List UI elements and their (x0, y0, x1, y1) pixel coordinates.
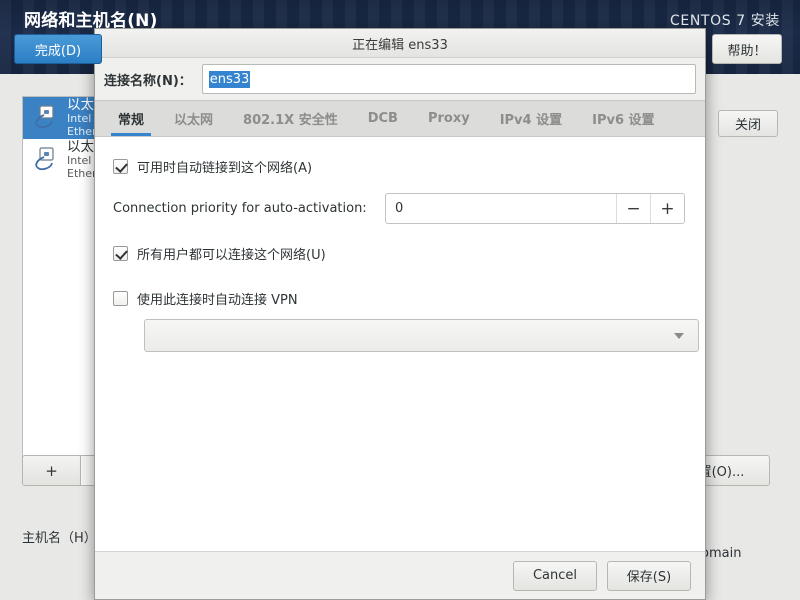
done-button[interactable]: 完成(D) (14, 34, 102, 64)
priority-label: Connection priority for auto-activation: (113, 201, 367, 216)
dialog-footer: Cancel 保存(S) (95, 551, 705, 599)
tab-ethernet[interactable]: 以太网 (159, 101, 228, 136)
edit-connection-dialog: 正在编辑 ens33 连接名称(N)： ens33 常规 以太网 802.1X … (94, 28, 706, 600)
connection-name-row: 连接名称(N)： ens33 (95, 58, 705, 100)
connection-name-value: ens33 (208, 70, 251, 88)
priority-increment-button[interactable]: + (650, 194, 684, 223)
page-title: 网络和主机名(N) (24, 11, 158, 31)
connection-name-input[interactable]: ens33 (201, 64, 696, 94)
dialog-title: 正在编辑 ens33 (352, 37, 448, 53)
close-button[interactable]: 关闭 (718, 110, 778, 137)
vpn-autoconnect-row[interactable]: 使用此连接时自动连接 VPN (113, 287, 687, 309)
tab-panel-general: 可用时自动链接到这个网络(A) Connection priority for … (95, 137, 705, 551)
all-users-label: 所有用户都可以连接这个网络(U) (137, 247, 326, 263)
connection-name-label: 连接名称(N)： (104, 73, 192, 89)
autoconnect-label: 可用时自动链接到这个网络(A) (137, 160, 313, 176)
hostname-label: 主机名（H） (22, 531, 97, 546)
all-users-row[interactable]: 所有用户都可以连接这个网络(U) (113, 242, 687, 264)
dialog-titlebar: 正在编辑 ens33 (95, 29, 705, 58)
autoconnect-checkbox[interactable] (113, 158, 128, 174)
help-button[interactable]: 帮助！ (712, 34, 782, 64)
all-users-checkbox[interactable] (113, 245, 128, 261)
priority-value[interactable]: 0 (386, 194, 616, 223)
save-button[interactable]: 保存(S) (607, 560, 691, 591)
dialog-tabbar: 常规 以太网 802.1X 安全性 DCB Proxy IPv4 设置 IPv6… (95, 100, 705, 137)
priority-stepper[interactable]: 0 − + (385, 193, 685, 224)
priority-row: Connection priority for auto-activation:… (113, 193, 687, 224)
cancel-button[interactable]: Cancel (513, 560, 597, 591)
ethernet-icon (31, 104, 59, 132)
product-brand-label: CENTOS 7 安装 (670, 13, 780, 29)
chevron-down-icon (674, 332, 684, 339)
add-interface-button[interactable]: + (23, 456, 82, 485)
vpn-autoconnect-label: 使用此连接时自动连接 VPN (137, 292, 298, 308)
tab-proxy[interactable]: Proxy (413, 101, 485, 136)
tab-ipv6[interactable]: IPv6 设置 (577, 101, 669, 136)
tab-dcb[interactable]: DCB (353, 101, 413, 136)
tab-ipv4[interactable]: IPv4 设置 (485, 101, 577, 136)
priority-decrement-button[interactable]: − (616, 194, 650, 223)
autoconnect-row[interactable]: 可用时自动链接到这个网络(A) (113, 155, 687, 177)
ethernet-icon (31, 146, 59, 174)
tab-general[interactable]: 常规 (103, 101, 159, 136)
tab-8021x[interactable]: 802.1X 安全性 (228, 101, 353, 136)
vpn-select[interactable] (144, 319, 699, 352)
vpn-autoconnect-checkbox[interactable] (113, 290, 128, 306)
